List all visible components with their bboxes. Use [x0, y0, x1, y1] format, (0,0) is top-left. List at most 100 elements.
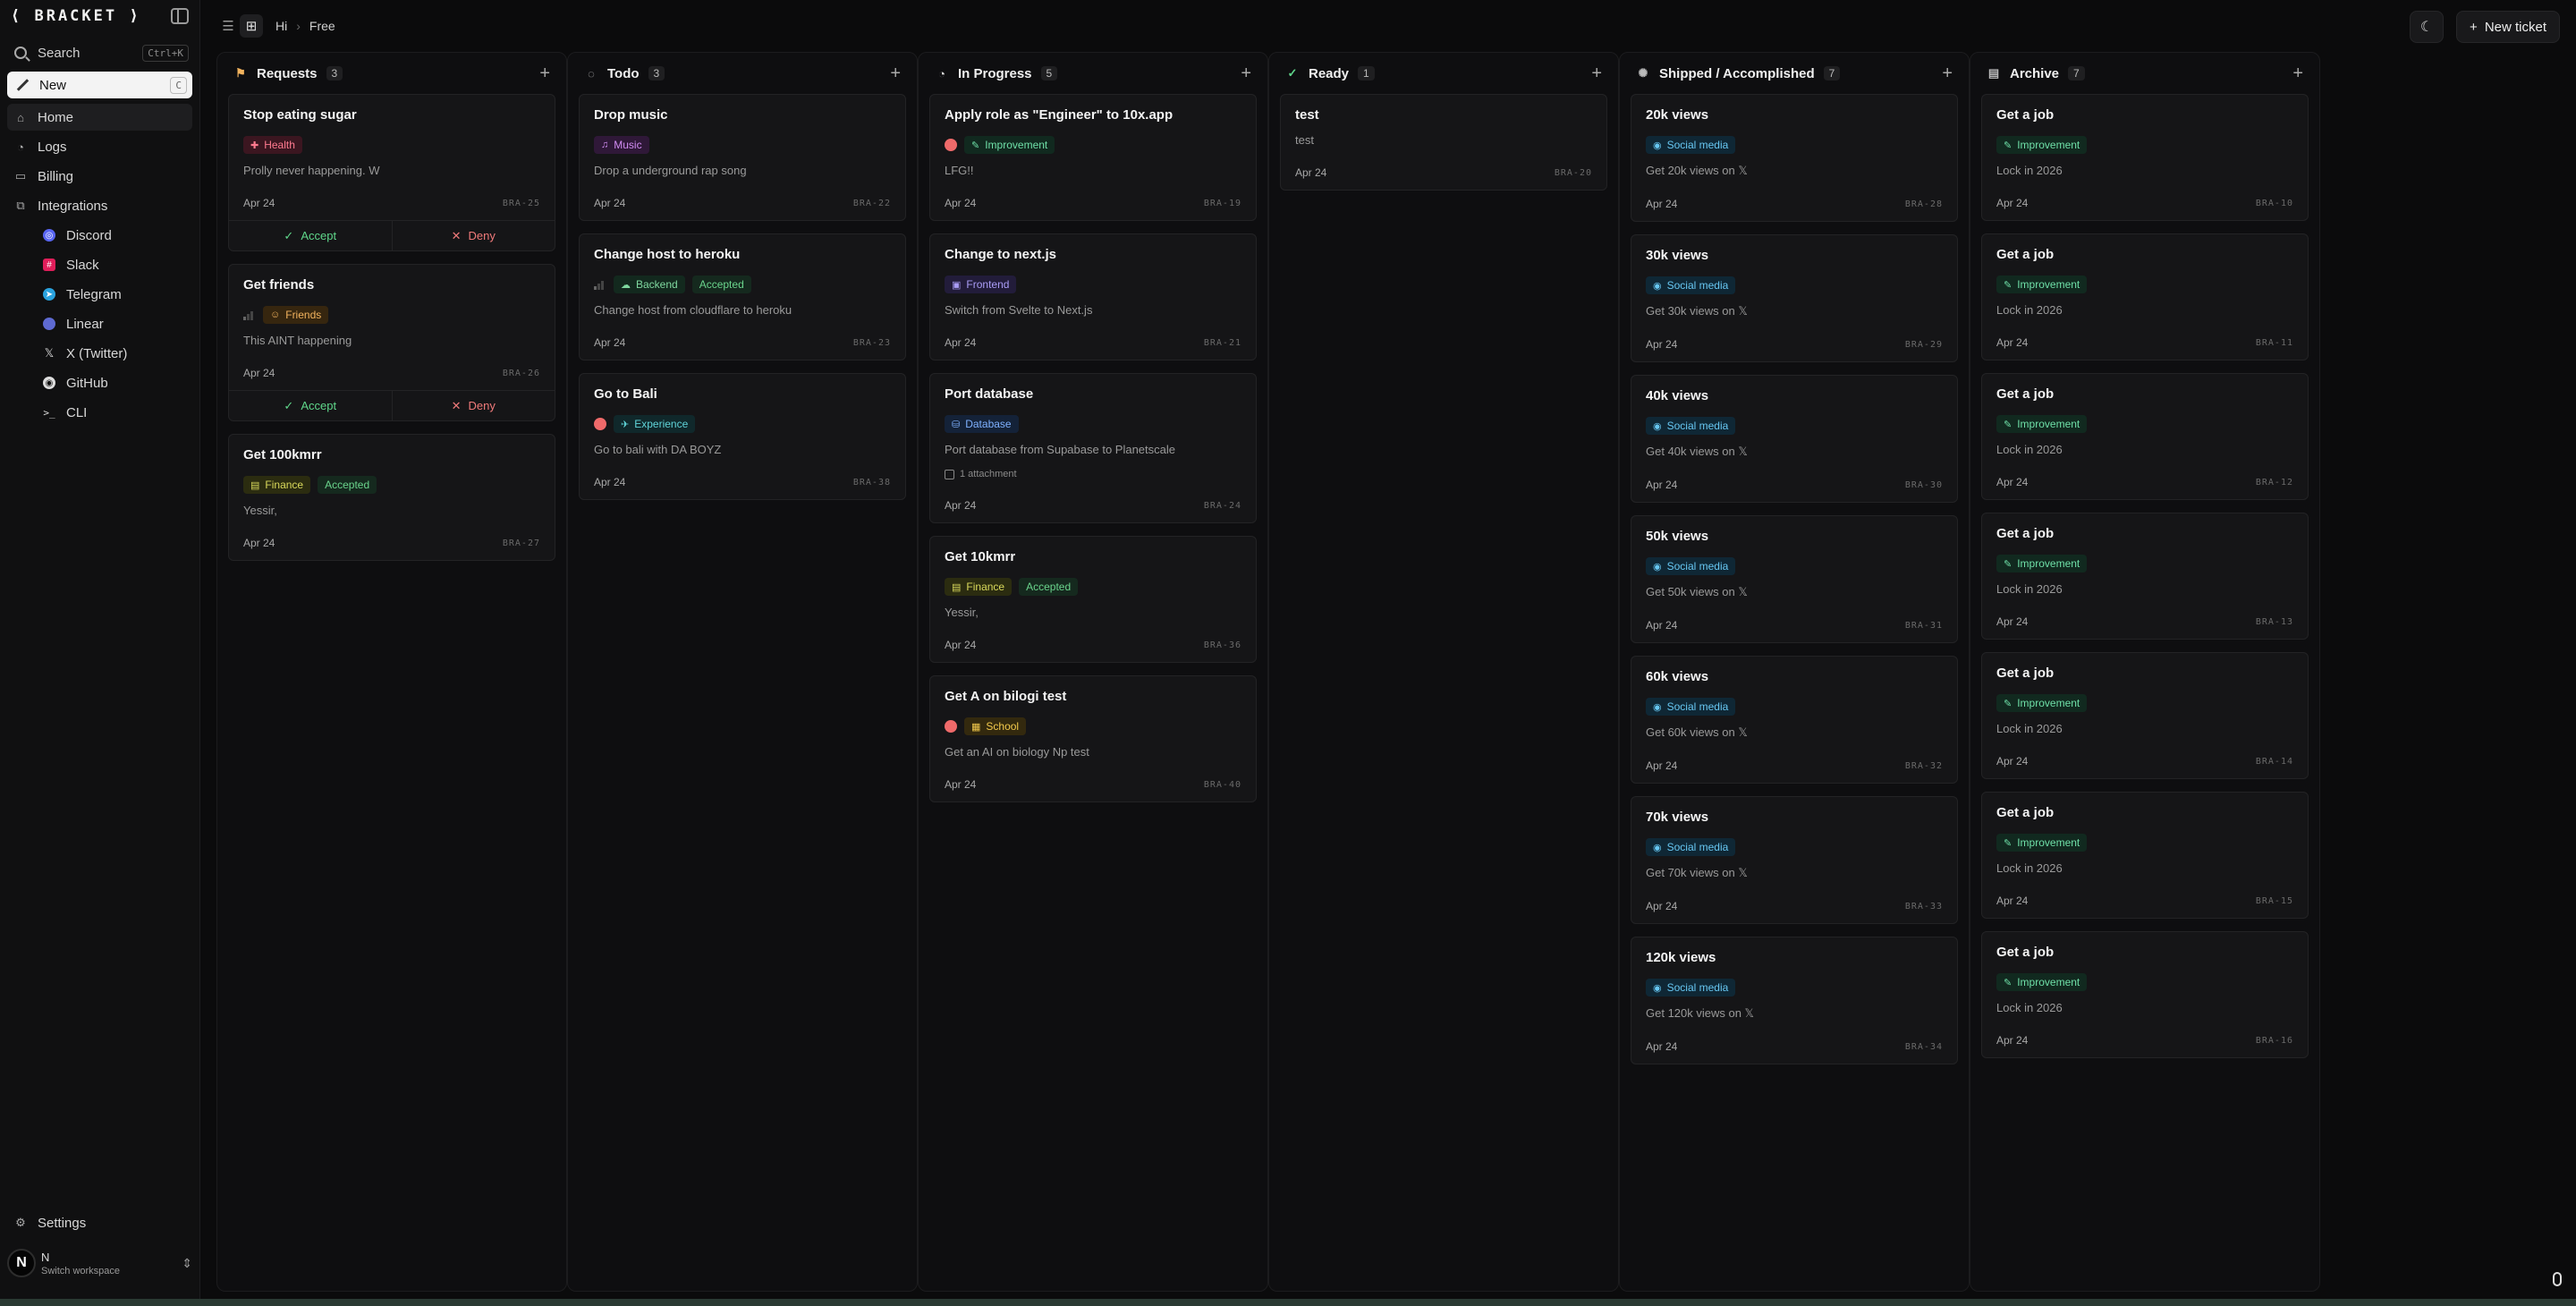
tag-badge[interactable]: ✎ Improvement: [1996, 415, 2088, 433]
tag-badge[interactable]: ◉ Social media: [1646, 136, 1736, 154]
sidebar-item-home[interactable]: ⌂ Home: [7, 104, 192, 131]
sidebar-item-github[interactable]: ◉ GitHub: [43, 369, 192, 396]
urgent-priority-icon[interactable]: [594, 418, 606, 430]
tag-badge[interactable]: Accepted: [1019, 578, 1079, 596]
ticket-card[interactable]: Stop eating sugar ✚ Health Prolly never h…: [228, 94, 555, 251]
sidebar-item-billing[interactable]: ▭ Billing: [7, 163, 192, 190]
ticket-card[interactable]: Port database ⛁ Database Port database fr…: [929, 373, 1257, 523]
tag-badge[interactable]: Accepted: [691, 276, 751, 293]
tag-badge[interactable]: ▣ Frontend: [945, 276, 1017, 293]
tag-badge[interactable]: ▦ School: [964, 717, 1027, 735]
ticket-card[interactable]: Get a job ✎ Improvement Lock in 2026 Apr …: [1981, 652, 2309, 779]
column-title: In Progress: [958, 65, 1032, 81]
tag-badge[interactable]: ◉ Social media: [1646, 698, 1736, 716]
sidebar-item-cli[interactable]: >_ CLI: [43, 399, 192, 426]
add-card-icon[interactable]: +: [539, 64, 550, 84]
ticket-card[interactable]: 50k views ◉ Social media Get 50k views on…: [1631, 515, 1958, 643]
telegram-icon: ➤: [43, 288, 55, 301]
ticket-card[interactable]: Change host to heroku ☁ Backend Accepted C…: [579, 233, 906, 360]
tag-badge[interactable]: Accepted: [318, 476, 377, 494]
accept-button[interactable]: ✓ Accept: [229, 391, 393, 420]
card-description: Get 40k views on 𝕏: [1646, 445, 1748, 458]
column-in-progress: ◔ In Progress 5 + Apply role as "Enginee…: [918, 52, 1268, 1292]
priority-bars-icon[interactable]: [243, 310, 256, 320]
ticket-card[interactable]: 60k views ◉ Social media Get 60k views on…: [1631, 656, 1958, 784]
add-card-icon[interactable]: +: [1591, 64, 1602, 84]
attachment-indicator[interactable]: 1 attachment: [945, 469, 1241, 479]
microphone-icon[interactable]: [2553, 1272, 2562, 1286]
sidebar-item-integrations[interactable]: ⧉ Integrations: [7, 192, 192, 219]
tag-badge[interactable]: ☁ Backend: [614, 276, 685, 293]
tag-badge[interactable]: ◉ Social media: [1646, 557, 1736, 575]
deny-button[interactable]: ✕ Deny: [393, 221, 555, 250]
sidebar-item-discord[interactable]: ◎ Discord: [43, 222, 192, 249]
tag-badge[interactable]: ✈ Experience: [614, 415, 696, 433]
ticket-card[interactable]: Apply role as "Engineer" to 10x.app ✎ Imp…: [929, 94, 1257, 221]
tag-badge[interactable]: ⛁ Database: [945, 415, 1019, 433]
tag-badge[interactable]: ✎ Improvement: [964, 136, 1055, 154]
ticket-card[interactable]: Get A on bilogi test ▦ School Get an AI o…: [929, 675, 1257, 802]
ticket-card[interactable]: Get a job ✎ Improvement Lock in 2026 Apr …: [1981, 233, 2309, 360]
sidebar-item-x[interactable]: 𝕏 X (Twitter): [43, 340, 192, 367]
tag-badge[interactable]: ▤ Finance: [243, 476, 311, 494]
urgent-priority-icon[interactable]: [945, 720, 957, 733]
tag-badge[interactable]: ✎ Improvement: [1996, 973, 2088, 991]
tag-badge[interactable]: ◉ Social media: [1646, 979, 1736, 996]
sidebar-item-slack[interactable]: # Slack: [43, 251, 192, 278]
tag-badge[interactable]: ✚ Health: [243, 136, 302, 154]
tag-badge[interactable]: ▤ Finance: [945, 578, 1013, 596]
tag-badge[interactable]: ◉ Social media: [1646, 276, 1736, 294]
tag-badge[interactable]: ✎ Improvement: [1996, 136, 2088, 154]
tag-badge[interactable]: ◉ Social media: [1646, 838, 1736, 856]
ticket-card[interactable]: Get friends ☺ Friends This AINT happening…: [228, 264, 555, 421]
home-icon: ⌂: [17, 110, 24, 124]
ticket-card[interactable]: Drop music ♫ Music Drop a underground rap…: [579, 94, 906, 221]
breadcrumb-item[interactable]: Hi: [275, 19, 287, 33]
ticket-card[interactable]: Get a job ✎ Improvement Lock in 2026 Apr …: [1981, 792, 2309, 919]
urgent-priority-icon[interactable]: [945, 139, 957, 151]
sidebar-toggle-icon[interactable]: [171, 8, 189, 24]
add-card-icon[interactable]: +: [2292, 64, 2303, 84]
deny-button[interactable]: ✕ Deny: [393, 391, 555, 420]
tag-badge[interactable]: ◉ Social media: [1646, 417, 1736, 435]
ticket-card[interactable]: test test Apr 24 BRA-20: [1280, 94, 1607, 191]
ticket-card[interactable]: Change to next.js ▣ Frontend Switch from …: [929, 233, 1257, 360]
theme-toggle-icon[interactable]: ☾: [2410, 11, 2445, 43]
ticket-card[interactable]: Get a job ✎ Improvement Lock in 2026 Apr …: [1981, 94, 2309, 221]
ticket-card[interactable]: Get 100kmrr ▤ Finance Accepted Yessir, Apr…: [228, 434, 555, 561]
tag-badge[interactable]: ✎ Improvement: [1996, 555, 2088, 572]
tag-badge[interactable]: ✎ Improvement: [1996, 276, 2088, 293]
sidebar-item-linear[interactable]: Linear: [43, 310, 192, 337]
tag-badge[interactable]: ✎ Improvement: [1996, 694, 2088, 712]
tag-badge[interactable]: ✎ Improvement: [1996, 834, 2088, 852]
accept-button[interactable]: ✓ Accept: [229, 221, 393, 250]
search-button[interactable]: Search Ctrl+K: [7, 41, 192, 64]
list-view-icon[interactable]: ☰: [216, 14, 240, 38]
new-button[interactable]: New C: [7, 72, 192, 98]
add-card-icon[interactable]: +: [890, 64, 901, 84]
tag-badge[interactable]: ♫ Music: [594, 136, 649, 154]
ticket-card[interactable]: 40k views ◉ Social media Get 40k views on…: [1631, 375, 1958, 503]
board-view-icon[interactable]: ⊞: [240, 14, 263, 38]
sidebar: ⟨ BRACKET ⟩ Search Ctrl+K New C ⌂ Home ◔…: [0, 0, 200, 1299]
add-card-icon[interactable]: +: [1241, 64, 1251, 84]
ticket-card[interactable]: Go to Bali ✈ Experience Go to bali with D…: [579, 373, 906, 500]
sidebar-item-telegram[interactable]: ➤ Telegram: [43, 281, 192, 308]
ticket-card[interactable]: 20k views ◉ Social media Get 20k views on…: [1631, 94, 1958, 222]
ticket-card[interactable]: Get a job ✎ Improvement Lock in 2026 Apr …: [1981, 373, 2309, 500]
ticket-card[interactable]: Get a job ✎ Improvement Lock in 2026 Apr …: [1981, 513, 2309, 640]
ticket-card[interactable]: Get 10kmrr ▤ Finance Accepted Yessir, Apr …: [929, 536, 1257, 663]
sidebar-item-settings[interactable]: ⚙ Settings: [7, 1209, 192, 1236]
ticket-card[interactable]: 70k views ◉ Social media Get 70k views on…: [1631, 796, 1958, 924]
add-card-icon[interactable]: +: [1942, 64, 1953, 84]
new-ticket-button[interactable]: + New ticket: [2456, 11, 2560, 43]
ticket-card[interactable]: Get a job ✎ Improvement Lock in 2026 Apr …: [1981, 931, 2309, 1058]
tag-badge[interactable]: ☺ Friends: [263, 306, 329, 324]
card-title: 70k views: [1646, 810, 1709, 825]
breadcrumb-item[interactable]: Free: [309, 19, 335, 33]
priority-bars-icon[interactable]: [594, 279, 606, 290]
ticket-card[interactable]: 120k views ◉ Social media Get 120k views …: [1631, 937, 1958, 1064]
ticket-card[interactable]: 30k views ◉ Social media Get 30k views on…: [1631, 234, 1958, 362]
sidebar-item-logs[interactable]: ◔ Logs: [7, 133, 192, 160]
workspace-switcher[interactable]: N N Switch workspace ⇕: [7, 1245, 192, 1281]
